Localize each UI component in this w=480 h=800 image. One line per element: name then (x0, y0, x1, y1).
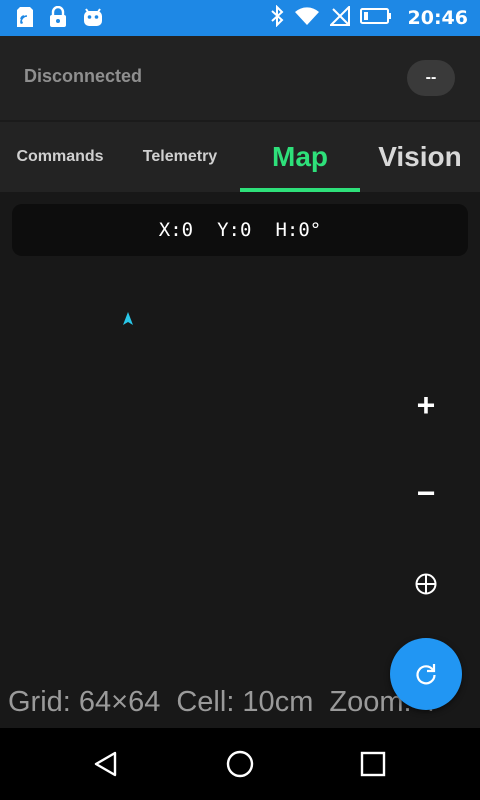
status-bar-right: 20:46 (270, 0, 468, 36)
home-circle-icon (226, 750, 254, 778)
connection-status: Disconnected (24, 66, 143, 86)
recents-button[interactable] (353, 744, 393, 784)
tab-vision[interactable]: Vision (360, 122, 480, 192)
home-button[interactable] (220, 744, 260, 784)
clock: 20:46 (407, 7, 468, 29)
cell-size-label: Cell: 10cm (176, 686, 314, 718)
recenter-button[interactable] (403, 561, 449, 607)
wifi-icon (294, 6, 320, 31)
tab-map[interactable]: Map (240, 122, 360, 192)
zoom-out-button[interactable]: − (403, 470, 449, 516)
refresh-fab-button[interactable] (390, 638, 462, 710)
sim-card-icon (16, 6, 34, 33)
pose-y: Y:0 (217, 219, 252, 241)
tab-telemetry[interactable]: Telemetry (120, 122, 240, 192)
back-button[interactable] (86, 744, 126, 784)
back-triangle-icon (94, 751, 117, 777)
bluetooth-icon (270, 4, 284, 32)
grid-size-label: Grid: 64×64 (8, 686, 161, 718)
recents-square-icon (360, 751, 386, 777)
robot-marker-icon (123, 312, 133, 325)
lock-icon (48, 5, 68, 33)
no-signal-icon (328, 4, 350, 31)
status-bar-left (16, 5, 104, 33)
status-bar: 20:46 (0, 0, 480, 36)
pose-readout: X:0 Y:0 H:0° (12, 204, 468, 256)
pose-heading: H:0° (275, 219, 322, 241)
navigation-bar (0, 728, 480, 800)
tab-commands[interactable]: Commands (0, 122, 120, 192)
refresh-icon (416, 664, 436, 685)
crosshair-icon (415, 573, 437, 595)
tab-bar: Commands Telemetry Map Vision (0, 122, 480, 192)
android-icon (82, 6, 104, 33)
zoom-in-button[interactable]: + (403, 382, 449, 428)
pose-x: X:0 (158, 219, 194, 241)
battery-icon (359, 7, 392, 30)
connection-indicator-button[interactable]: -- (407, 60, 455, 96)
connection-header: Disconnected -- (0, 36, 480, 120)
